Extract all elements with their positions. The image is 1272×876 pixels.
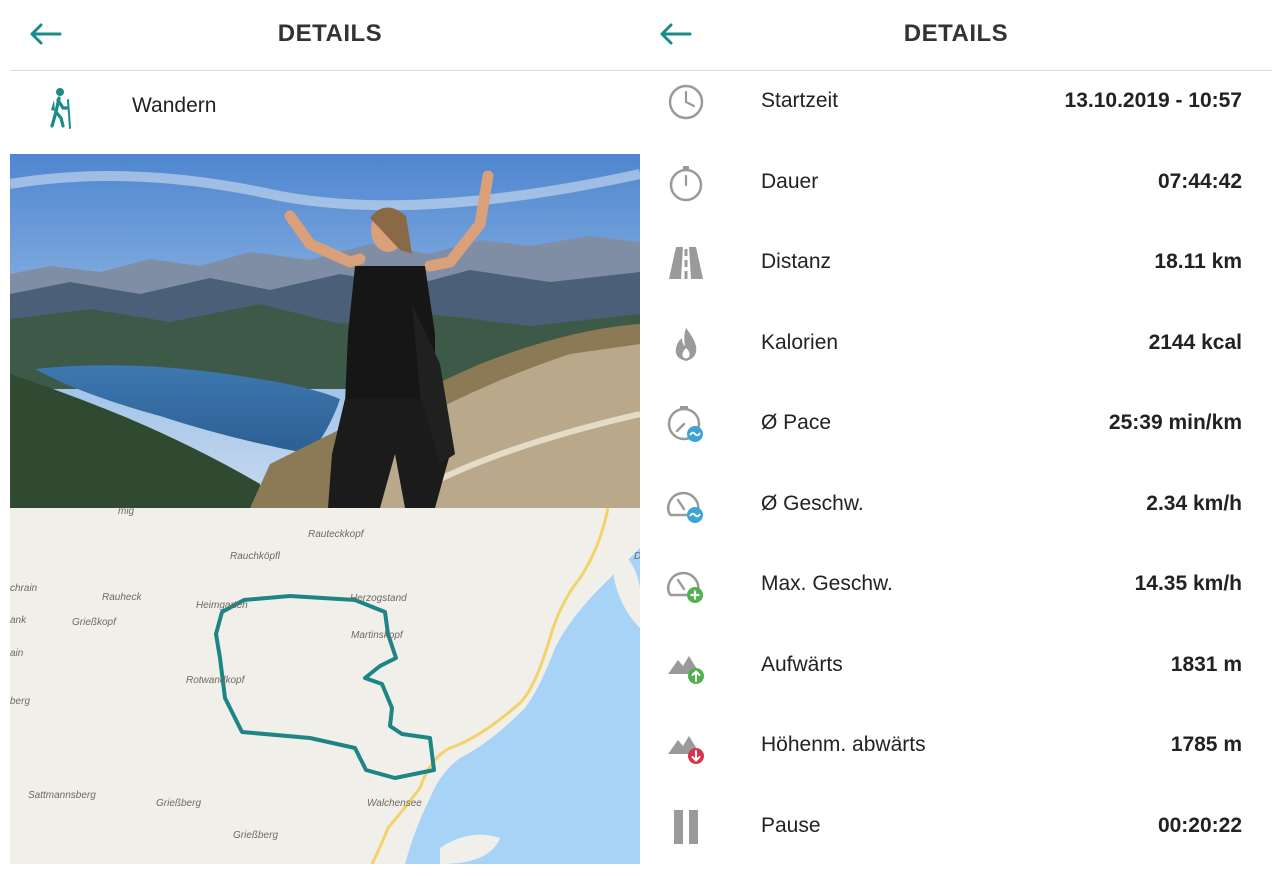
- map-label-mig: mig: [118, 508, 135, 517]
- stat-label: Max. Geschw.: [761, 572, 893, 595]
- stat-label: Startzeit: [761, 89, 839, 112]
- stat-value: 00:20:22: [1157, 813, 1242, 837]
- map-label-ank: ank: [10, 615, 27, 626]
- stat-label: Dauer: [761, 169, 819, 193]
- stat-row-duration: Dauer 07:44:42: [640, 143, 1272, 224]
- page-title: DETAILS: [277, 20, 383, 47]
- stat-label: Distanz: [761, 250, 832, 273]
- map-label-martinskopf: Martinskopf: [351, 630, 404, 641]
- header-bar: DETAILS: [640, 0, 1272, 71]
- map-label-sattmannsberg: Sattmannsberg: [28, 790, 96, 801]
- stat-row-calories: Kalorien 2144 kcal: [640, 304, 1272, 385]
- map-label-berg: berg: [10, 696, 30, 707]
- stat-label: Ø Pace: [761, 411, 832, 434]
- stat-row-distance: Distanz 18.11 km: [640, 223, 1272, 304]
- stat-value: 1831 m: [1170, 652, 1242, 676]
- stat-value: 1785 m: [1170, 733, 1242, 756]
- stopwatch-icon: [669, 165, 703, 201]
- header-bar: DETAILS: [10, 0, 640, 71]
- route-map[interactable]: mig Rauteckkopf Rauchköpfl Rauheck Heimg…: [10, 508, 640, 864]
- map-label-griessberg-2: Grießberg: [233, 830, 278, 841]
- map-label-griessberg-1: Grießberg: [156, 798, 201, 809]
- stats-list: Startzeit 13.10.2019 - 10:57 Dauer 07:44…: [640, 62, 1272, 867]
- stat-value: 18.11 km: [1154, 250, 1242, 273]
- stat-row-max-speed: Max. Geschw. 14.35 km/h: [640, 545, 1272, 626]
- stat-label: Höhenm. abwärts: [761, 733, 926, 756]
- stat-value: 25:39 min/km: [1108, 411, 1242, 434]
- flame-icon: [675, 327, 697, 361]
- pace-icon: [667, 406, 703, 442]
- stat-label: Kalorien: [761, 330, 839, 354]
- activity-photo[interactable]: [10, 154, 640, 508]
- activity-type-row: Wandern: [10, 72, 640, 152]
- photo-illustration: [10, 154, 640, 508]
- stat-value: 07:44:42: [1157, 169, 1242, 193]
- road-icon: [669, 247, 703, 279]
- activity-stats-panel: DETAILS Startzeit 13.10.2019 - 10:57 Dau…: [640, 0, 1272, 876]
- mountain-down-icon: [668, 736, 704, 764]
- stat-row-start-time: Startzeit 13.10.2019 - 10:57: [640, 62, 1272, 143]
- stat-label: Pause: [761, 813, 821, 837]
- map-label-walchensee: Walchensee: [367, 798, 422, 809]
- page-title: DETAILS: [903, 20, 1009, 47]
- stat-row-ascent: Aufwärts 1831 m: [640, 626, 1272, 707]
- stat-label: Aufwärts: [761, 652, 843, 676]
- map-label-rauheck: Rauheck: [102, 592, 142, 603]
- speedometer-avg-icon: [667, 491, 703, 523]
- map-label-rauteckkopf: Rauteckkopf: [308, 529, 365, 540]
- map-label-heimgarten: Heimgarten: [196, 600, 248, 611]
- map-label-rotwandkopf: Rotwandkopf: [186, 675, 246, 686]
- map-label-griesskopf: Grießkopf: [72, 617, 117, 628]
- clock-icon: [668, 84, 704, 120]
- stat-value: 14.35 km/h: [1134, 572, 1242, 595]
- stat-row-pause: Pause 00:20:22: [640, 787, 1272, 868]
- map-label-rauchkoepfl: Rauchköpfl: [230, 551, 281, 562]
- stat-value: 2144 kcal: [1148, 330, 1242, 354]
- pause-icon: [674, 809, 698, 844]
- speedometer-max-icon: [667, 571, 703, 603]
- stat-row-avg-pace: Ø Pace 25:39 min/km: [640, 384, 1272, 465]
- map-label-herzogstand: Herzogstand: [350, 593, 407, 604]
- mountain-up-icon: [668, 655, 704, 684]
- map-illustration: mig Rauteckkopf Rauchköpfl Rauheck Heimg…: [10, 508, 640, 864]
- stat-row-avg-speed: Ø Geschw. 2.34 km/h: [640, 465, 1272, 546]
- map-label-chrain: chrain: [10, 583, 38, 594]
- map-label-ain: ain: [10, 648, 24, 659]
- stat-label: Ø Geschw.: [761, 491, 864, 515]
- stat-value: 13.10.2019 - 10:57: [1064, 89, 1242, 112]
- stat-row-descent: Höhenm. abwärts 1785 m: [640, 706, 1272, 787]
- activity-type-label: Wandern: [132, 94, 217, 117]
- activity-overview-panel: DETAILS Wandern mig Rauteckkopf Rauchköp…: [0, 0, 640, 876]
- hiking-icon: [50, 88, 71, 129]
- stat-value: 2.34 km/h: [1146, 491, 1242, 515]
